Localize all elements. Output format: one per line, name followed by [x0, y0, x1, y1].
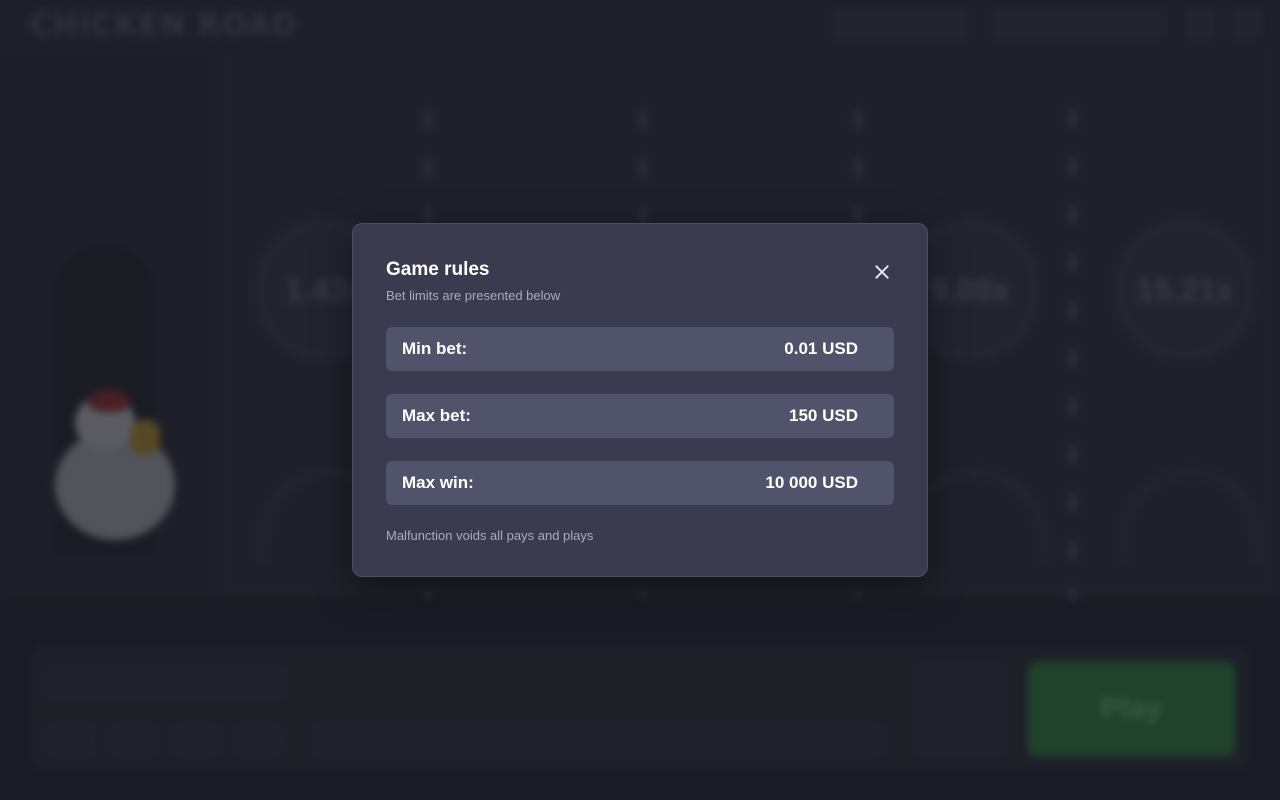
min-bet-row: Min bet: 0.01 USD — [386, 327, 894, 371]
rule-value: 150 USD — [789, 406, 858, 425]
max-bet-row: Max bet: 150 USD — [386, 394, 894, 438]
max-win-row: Max win: 10 000 USD — [386, 461, 894, 505]
close-icon[interactable] — [869, 259, 895, 285]
modal-subtitle: Bet limits are presented below — [386, 288, 561, 303]
rule-label: Max win: — [402, 473, 474, 492]
modal-title: Game rules — [386, 259, 490, 280]
rule-value: 0.01 USD — [784, 339, 858, 358]
modal-footer-note: Malfunction voids all pays and plays — [386, 528, 594, 543]
rule-label: Min bet: — [402, 339, 468, 358]
game-rules-modal: Game rules Bet limits are presented belo… — [352, 223, 928, 577]
rule-label: Max bet: — [402, 406, 471, 425]
rule-value: 10 000 USD — [765, 473, 858, 492]
